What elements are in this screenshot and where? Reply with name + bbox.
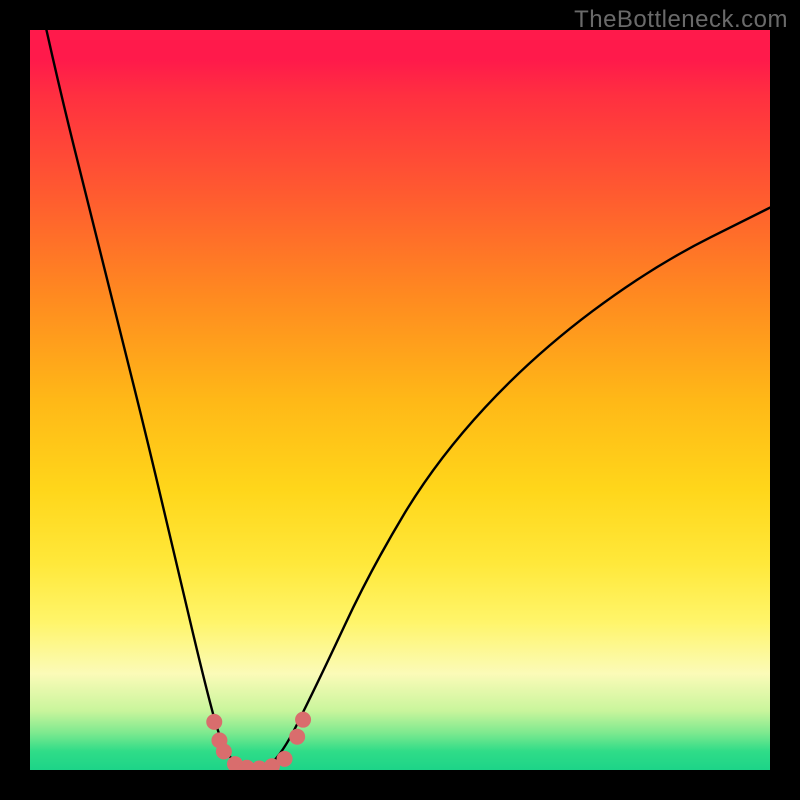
plot-area (30, 30, 770, 770)
marker-dot (289, 729, 305, 745)
bottleneck-curve (30, 30, 770, 770)
marker-dot (211, 732, 227, 748)
marker-dot (264, 758, 280, 770)
chart-frame: TheBottleneck.com (0, 0, 800, 800)
watermark-text: TheBottleneck.com (574, 6, 788, 34)
marker-dot (239, 760, 255, 770)
marker-dot (216, 744, 232, 760)
marker-dot (227, 756, 243, 770)
marker-dot (277, 751, 293, 767)
marker-dot (206, 714, 222, 730)
marker-dot (251, 761, 267, 770)
highlight-dots (206, 712, 311, 770)
marker-dot (295, 712, 311, 728)
curve-svg (30, 30, 770, 770)
